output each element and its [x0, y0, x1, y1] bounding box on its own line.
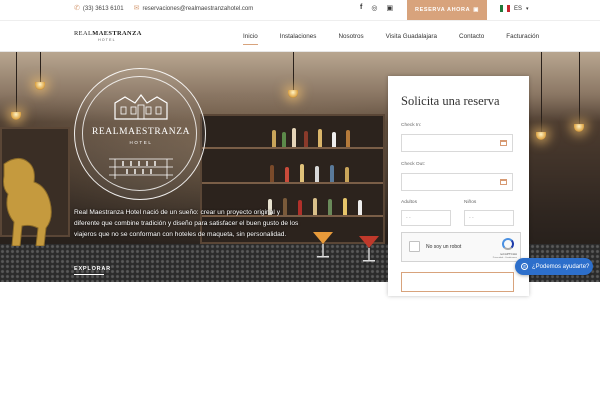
- calendar-icon[interactable]: [500, 140, 507, 146]
- mexico-flag-icon: [500, 5, 510, 12]
- bottle: [358, 200, 362, 215]
- nav-item-visita-guadalajara[interactable]: Visita Guadalajara: [386, 33, 437, 45]
- bottle: [346, 130, 350, 147]
- bottle: [330, 165, 334, 182]
- shelf-board: [202, 147, 383, 149]
- cocktail-glass: [359, 236, 379, 262]
- email-link[interactable]: reservaciones@realmaestranzahotel.com: [142, 6, 253, 12]
- reserve-now-button[interactable]: RESERVA AHORA ▣: [407, 0, 487, 20]
- language-selector[interactable]: ES ▾: [500, 5, 529, 12]
- pendant-lamp: [536, 132, 546, 140]
- lamp-wire: [293, 52, 294, 90]
- lamp-wire: [579, 52, 580, 124]
- recaptcha-terms[interactable]: Privacidad - Condiciones: [493, 257, 517, 259]
- hotel-emblem: REALMAESTRANZA HOTEL: [74, 68, 206, 200]
- bottle: [328, 199, 332, 215]
- bottle: [315, 166, 319, 182]
- chevron-down-icon: ▾: [526, 5, 529, 12]
- recaptcha-brand: reCAPTCHA: [499, 252, 517, 256]
- bar-illustration: [109, 158, 173, 179]
- hotel-logo[interactable]: REALMAESTRANZA HOTEL: [74, 30, 142, 42]
- explore-link[interactable]: EXPLORAR: [74, 266, 111, 272]
- bottle: [332, 132, 336, 147]
- kids-label: Niños: [464, 200, 477, 205]
- language-code: ES: [514, 5, 523, 12]
- main-navbar: REALMAESTRANZA HOTEL Inicio Instalacione…: [0, 20, 600, 52]
- building-illustration: [114, 94, 168, 120]
- recaptcha-widget: No soy un robot reCAPTCHA Privacidad - C…: [401, 232, 521, 262]
- whatsapp-chat-label: ¿Podemos ayudarte?: [532, 263, 590, 270]
- bottle: [292, 128, 296, 147]
- explore-underline: [74, 274, 104, 275]
- phone-number[interactable]: (33) 3613 6101: [83, 6, 124, 12]
- lamp-wire: [40, 52, 41, 82]
- logo-sub: HOTEL: [98, 38, 116, 42]
- checkin-input[interactable]: [401, 134, 513, 152]
- contact-info: ✆ (33) 3613 6101 ✉ reservaciones@realmae…: [74, 5, 253, 12]
- bottle: [313, 198, 317, 215]
- logo-brand: REALMAESTRANZA: [74, 30, 142, 37]
- booking-form: Solicita una reserva Check In: Check Out…: [388, 76, 529, 296]
- recaptcha-label: No soy un robot: [426, 244, 462, 250]
- nav-item-instalaciones[interactable]: Instalaciones: [280, 33, 317, 45]
- calendar-icon: ▣: [473, 7, 479, 13]
- booking-form-title: Solicita una reserva: [401, 94, 500, 108]
- hero-description: Real Maestranza Hotel nació de un sueño:…: [74, 209, 299, 239]
- reserve-now-label: RESERVA AHORA: [415, 7, 471, 13]
- phone-icon: ✆: [74, 5, 80, 12]
- nav-item-nosotros[interactable]: Nosotros: [338, 33, 363, 45]
- facebook-icon[interactable]: f: [360, 4, 362, 12]
- kids-input[interactable]: - -: [464, 210, 514, 226]
- nav-item-contacto[interactable]: Contacto: [459, 33, 484, 45]
- adults-placeholder: - -: [406, 215, 411, 221]
- social-links: f ◎ ▣: [360, 4, 393, 12]
- checkout-input[interactable]: [401, 173, 513, 191]
- pendant-lamp: [574, 124, 584, 132]
- bottle: [304, 131, 308, 147]
- emblem-title: REALMAESTRANZA: [91, 127, 191, 137]
- calendar-icon[interactable]: [500, 179, 507, 185]
- whatsapp-chat-button[interactable]: ✆ ¿Podemos ayudarte?: [515, 258, 593, 275]
- submit-booking-button[interactable]: [401, 272, 514, 292]
- bottle: [343, 198, 347, 215]
- lamp-wire: [541, 52, 542, 132]
- cocktail-glass: [313, 232, 333, 258]
- kids-placeholder: - -: [469, 215, 474, 221]
- bottle: [272, 130, 276, 147]
- nav-item-inicio[interactable]: Inicio: [243, 33, 258, 45]
- recaptcha-checkbox[interactable]: [409, 241, 420, 252]
- whatsapp-icon: ✆: [521, 263, 528, 270]
- bottle: [300, 164, 304, 182]
- nav-item-facturacion[interactable]: Facturación: [506, 33, 539, 45]
- top-bar: ✆ (33) 3613 6101 ✉ reservaciones@realmae…: [0, 0, 600, 20]
- whatsapp-icon[interactable]: ◎: [371, 4, 377, 12]
- lamp-wire: [16, 52, 17, 112]
- horse-statue: [3, 158, 52, 246]
- checkout-label: Check Out:: [401, 162, 425, 167]
- instagram-icon[interactable]: ▣: [386, 4, 393, 12]
- recaptcha-logo-icon: [502, 238, 514, 250]
- bottle: [318, 129, 322, 147]
- bottle: [345, 167, 349, 182]
- adults-input[interactable]: - -: [401, 210, 451, 226]
- nav-menu: Inicio Instalaciones Nosotros Visita Gua…: [243, 33, 539, 45]
- bottle: [282, 132, 286, 147]
- bottle: [270, 165, 274, 182]
- bottle: [285, 167, 289, 182]
- shelf-board: [202, 182, 383, 184]
- checkin-label: Check In:: [401, 123, 422, 128]
- emblem-subtitle: HOTEL: [129, 140, 153, 145]
- envelope-icon: ✉: [133, 5, 140, 12]
- adults-label: Adultos: [401, 200, 417, 205]
